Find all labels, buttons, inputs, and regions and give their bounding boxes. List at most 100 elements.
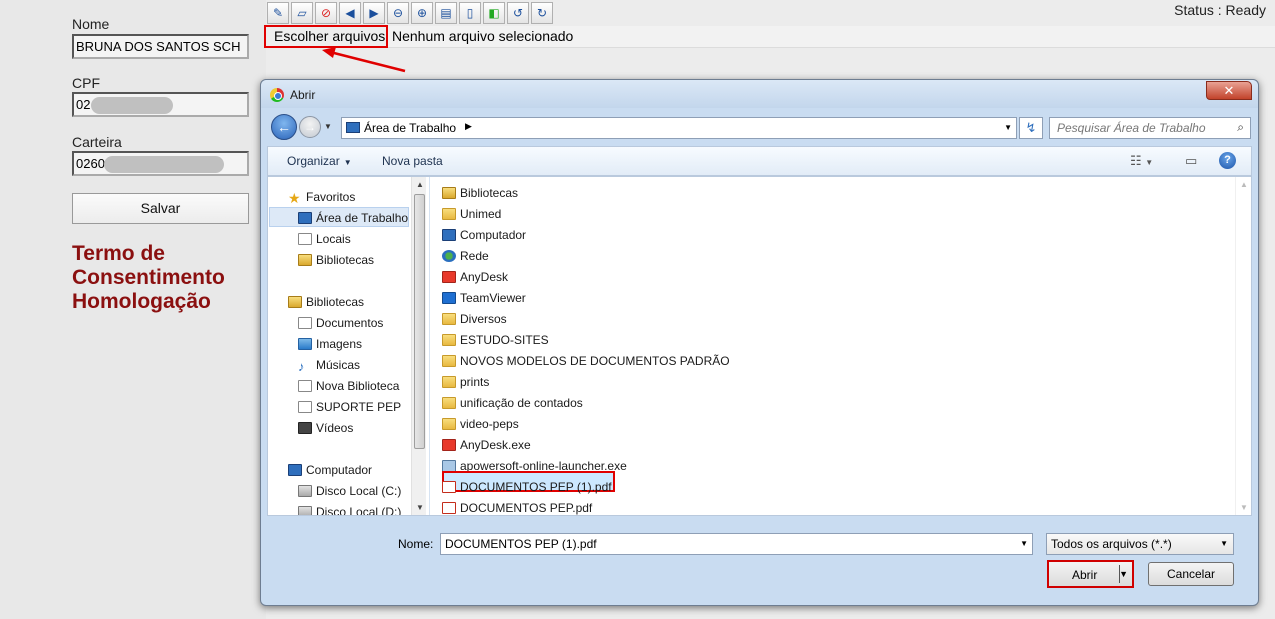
nav-label: Músicas [316,358,361,372]
chevron-down-icon[interactable]: ▼ [1020,539,1028,548]
dialog-footer: Nome: DOCUMENTOS PEP (1).pdf ▼ Todos os a… [267,520,1252,600]
nav-item-suporte-pep[interactable]: SUPORTE PEP [298,400,401,414]
cancel-button[interactable]: Cancelar [1148,562,1234,586]
file-item[interactable]: DOCUMENTOS PEP.pdf [442,501,592,515]
nav-item-area-de-trabalho[interactable]: Área de Trabalho [298,211,408,225]
annotation-arrow [322,47,406,73]
open-file-dialog: Abrir ✕ ← → ▼ Área de Trabalho ▶ ▼ ↯ Pes… [260,79,1259,606]
file-name: DOCUMENTOS PEP.pdf [460,501,593,515]
nav-label: Disco Local (D:) [316,505,402,515]
file-name: DOCUMENTOS PEP (1).pdf [460,480,612,494]
nav-item-bibliotecas[interactable]: Bibliotecas [298,253,374,267]
organize-menu[interactable]: Organizar ▼ [287,154,352,168]
file-scrollbar[interactable]: ▲ ▼ [1235,177,1251,515]
recent-places-icon [298,233,312,245]
filetype-select[interactable]: Todos os arquivos (*.*) ▼ [1046,533,1234,555]
cancel-icon[interactable]: ⊘ [315,2,337,24]
library-icon [288,296,302,308]
help-icon[interactable]: ? [1219,152,1236,169]
carteira-field[interactable]: 0260 [72,151,249,176]
carteira-label: Carteira [72,134,122,150]
scroll-down-icon[interactable]: ▼ [416,503,424,512]
scroll-up-icon[interactable]: ▲ [416,180,424,189]
nav-label: Imagens [316,337,363,351]
scroll-thumb[interactable] [414,194,425,449]
fit-page-icon[interactable]: ◧ [483,2,505,24]
arrow-right-icon[interactable]: ▶ [363,2,385,24]
nav-label: Computador [306,463,373,477]
redacted-blur [104,156,224,173]
preview-pane-icon[interactable]: ▭ [1185,153,1197,169]
redacted-blur [91,97,173,114]
file-list-tail: DOCUMENTOS PEP (1).pdf DOCUMENTOS PEP.pd… [442,177,1242,515]
nav-scrollbar[interactable]: ▲ ▼ [411,177,426,515]
scroll-down-icon[interactable]: ▼ [1240,503,1248,512]
filename-value: DOCUMENTOS PEP (1).pdf [445,537,597,551]
nav-label: Nova Biblioteca [316,379,400,393]
cpf-label: CPF [72,75,100,91]
star-icon: ★ [288,190,301,206]
nav-item-imagens[interactable]: Imagens [298,337,362,351]
chevron-down-icon[interactable]: ▼ [1119,569,1128,579]
nav-item-favoritos[interactable]: ★ Favoritos [288,190,355,206]
zoom-out-icon[interactable]: ⊖ [387,2,409,24]
pictures-icon [298,338,312,350]
nav-item-locais[interactable]: Locais [298,232,351,246]
nav-item-nova-biblioteca[interactable]: Nova Biblioteca [298,379,399,393]
cpf-field[interactable]: 02 [72,92,249,117]
pen-icon[interactable]: ✎ [267,2,289,24]
filename-input[interactable]: DOCUMENTOS PEP (1).pdf ▼ [440,533,1033,555]
forward-arrow-icon[interactable]: → [299,116,321,138]
video-icon [298,422,312,434]
cpf-value: 02 [76,97,91,112]
open-label: Abrir [1072,568,1098,582]
filename-label: Nome: [398,537,434,551]
eraser-icon[interactable]: ▱ [291,2,313,24]
nav-item-videos[interactable]: Vídeos [298,421,353,435]
view-options-icon[interactable]: ☷ ▼ [1130,153,1153,169]
rotate-right-icon[interactable]: ↻ [531,2,553,24]
open-button[interactable]: Abrir ▼ [1047,560,1134,588]
navigation-pane: ★ Favoritos Área de Trabalho Locais Bibli… [268,177,426,515]
pdf-icon [442,502,456,514]
drive-icon [298,485,312,497]
refresh-icon[interactable]: ↯ [1019,117,1043,139]
nav-label: Bibliotecas [316,253,375,267]
file-item-selected[interactable]: DOCUMENTOS PEP (1).pdf [442,480,612,494]
library-icon [298,380,312,392]
drive-icon [298,506,312,515]
pane-splitter[interactable] [429,177,430,515]
back-arrow-icon[interactable]: ← [271,114,297,140]
search-icon[interactable]: ⌕ [1237,120,1244,135]
nav-item-musicas[interactable]: ♪ Músicas [298,358,360,373]
path-dropdown-icon[interactable]: ▼ [1004,123,1012,132]
nav-item-disco-c[interactable]: Disco Local (C:) [298,484,401,498]
nav-label: SUPORTE PEP [316,400,402,414]
status-text: Status : Ready [1174,2,1266,18]
zoom-in-icon[interactable]: ⊕ [411,2,433,24]
new-folder-button[interactable]: Nova pasta [382,154,443,168]
pdf-icon [442,481,456,493]
nav-item-disco-d[interactable]: Disco Local (D:) [298,505,401,515]
nav-item-computador[interactable]: Computador [288,463,372,477]
music-icon: ♪ [298,359,305,374]
command-bar: Organizar ▼ Nova pasta ☷ ▼ ▭ ? [267,146,1252,176]
close-button[interactable]: ✕ [1206,81,1252,100]
arrow-left-icon[interactable]: ◀ [339,2,361,24]
scanner-icon[interactable]: ▤ [435,2,457,24]
nav-label: Disco Local (C:) [316,484,402,498]
scroll-up-icon[interactable]: ▲ [1240,180,1248,189]
nav-item-documentos[interactable]: Documentos [298,316,383,330]
nome-value: BRUNA DOS SANTOS SCH [76,39,241,54]
page-icon[interactable]: ▯ [459,2,481,24]
nav-item-bibliotecas-group[interactable]: Bibliotecas [288,295,364,309]
path-chevron-icon[interactable]: ▶ [465,121,472,132]
nome-field[interactable]: BRUNA DOS SANTOS SCH [72,34,249,59]
dialog-body: ★ Favoritos Área de Trabalho Locais Bibli… [267,176,1252,516]
save-button[interactable]: Salvar [72,193,249,224]
path-bar[interactable]: Área de Trabalho ▶ ▼ [341,117,1017,139]
search-input[interactable]: Pesquisar Área de Trabalho ⌕ [1049,117,1251,139]
rotate-left-icon[interactable]: ↺ [507,2,529,24]
history-dropdown-icon[interactable]: ▼ [324,122,332,131]
nav-label: Bibliotecas [306,295,365,309]
